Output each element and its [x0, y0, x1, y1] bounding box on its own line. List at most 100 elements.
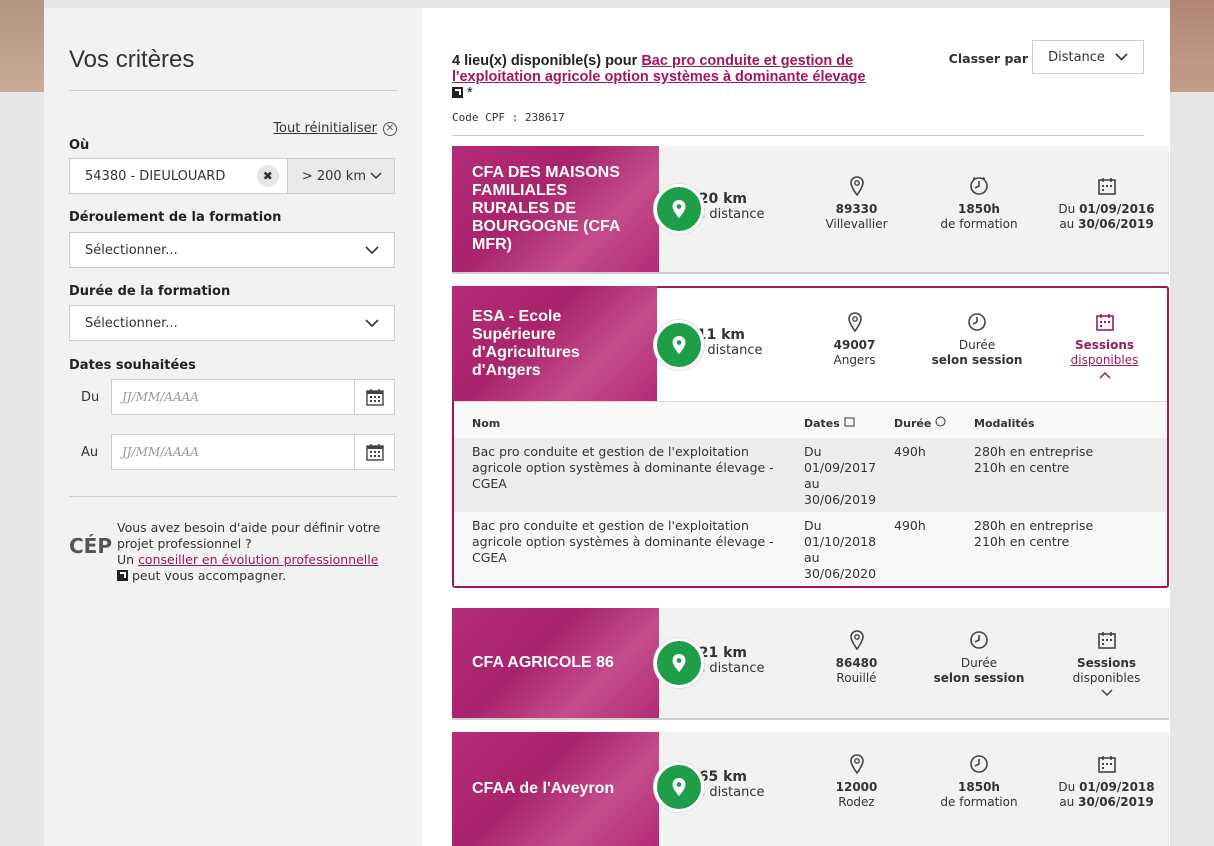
- background-image-right: [1170, 0, 1214, 92]
- background-image-left: [0, 0, 44, 92]
- deroulement-value[interactable]: Sélectionner...: [85, 243, 178, 258]
- organism-name: CFAA de l'Aveyron: [472, 780, 615, 797]
- reset-all-button[interactable]: Tout réinitialiser ✕: [273, 121, 397, 136]
- location-icon: [849, 754, 864, 774]
- location: 49007 Angers: [797, 312, 912, 401]
- distance-select[interactable]: > 200 km: [286, 159, 394, 193]
- results-main: 4 lieu(x) disponible(s) pour Bac pro con…: [422, 8, 1170, 846]
- dates-label: Dates souhaitées: [69, 358, 196, 373]
- calendar-icon: [1095, 314, 1114, 331]
- cep-logo: CÉP: [69, 534, 112, 558]
- table-row[interactable]: Bac pro conduite et gestion de l'exploit…: [454, 512, 1167, 586]
- clock-icon: [970, 631, 988, 649]
- divider: [452, 135, 1144, 136]
- calendar-icon[interactable]: [355, 434, 395, 470]
- location-icon: [849, 630, 864, 650]
- date-from-row: Du JJ/MM/AAAA: [69, 379, 395, 415]
- card-title-banner: CFA AGRICOLE 86: [452, 608, 659, 718]
- map-pin-icon: [654, 638, 704, 688]
- dates: Du 01/09/2016 au 30/06/2019: [1044, 176, 1169, 272]
- chevron-down-icon: [365, 319, 379, 328]
- distance-value[interactable]: > 200 km: [302, 169, 366, 184]
- duree-select[interactable]: Sélectionner...: [69, 305, 395, 341]
- sort-select[interactable]: Distance: [1032, 40, 1144, 74]
- distance: 511 km de distance: [687, 327, 763, 359]
- map-pin-icon: [654, 762, 704, 812]
- table-row[interactable]: Bac pro conduite et gestion de l'exploit…: [454, 438, 1167, 512]
- col-modalites: Modalités: [974, 402, 1167, 438]
- duration: 1850h de formation: [914, 754, 1044, 846]
- location: 86480 Rouillé: [799, 630, 914, 718]
- result-card[interactable]: CFA AGRICOLE 86 521 km de distance 86480 R…: [452, 608, 1169, 720]
- results-header: 4 lieu(x) disponible(s) pour Bac pro con…: [452, 53, 872, 101]
- location-icon: [847, 312, 862, 332]
- close-circle-icon[interactable]: ✕: [383, 121, 397, 136]
- cpf-code: Code CPF : 238617: [452, 111, 565, 124]
- location: 89330 Villevallier: [799, 176, 914, 272]
- dates: Du 01/09/2018 au 30/06/2019: [1044, 754, 1169, 846]
- help-un: Un: [117, 552, 135, 567]
- date-to-row: Au JJ/MM/AAAA: [69, 434, 395, 470]
- where-field[interactable]: 54380 - DIEULOUARD ✖ > 200 km: [69, 158, 395, 194]
- sort-label: Classer par: [948, 51, 1028, 66]
- clock-icon: [935, 416, 946, 427]
- distance: 565 km de distance: [689, 769, 765, 801]
- date-from-input[interactable]: JJ/MM/AAAA: [111, 379, 355, 415]
- clock-icon: [970, 176, 988, 195]
- sort-value[interactable]: Distance: [1048, 50, 1105, 65]
- help-text: Vous avez besoin d'aide pour définir vot…: [117, 520, 395, 584]
- external-link-icon: [452, 87, 463, 98]
- date-from-label: Du: [81, 389, 100, 405]
- chevron-down-icon: [365, 246, 379, 255]
- help-line: Vous avez besoin d'aide pour définir vot…: [117, 520, 381, 551]
- calendar-icon: [1097, 178, 1116, 195]
- sessions-toggle[interactable]: Sessions disponibles: [1044, 630, 1169, 718]
- sidebar-title: Vos critères: [69, 46, 195, 73]
- result-card-expanded[interactable]: ESA - Ecole Supérieure d'Agricultures d'…: [452, 286, 1169, 588]
- duree-label: Durée de la formation: [69, 284, 231, 299]
- calendar-icon: [844, 417, 855, 427]
- duree-value[interactable]: Sélectionner...: [85, 316, 178, 331]
- date-to-input[interactable]: JJ/MM/AAAA: [111, 434, 355, 470]
- help-block: CÉP Vous avez besoin d'aide pour définir…: [69, 520, 395, 584]
- chevron-down-icon: [1115, 53, 1128, 61]
- sessions-table: Nom Dates Durée Modalités Bac pro condui…: [454, 401, 1167, 586]
- reset-all-label[interactable]: Tout réinitialiser: [273, 121, 377, 136]
- organism-name: CFA AGRICOLE 86: [472, 654, 614, 671]
- where-label: Où: [69, 138, 90, 153]
- distance: 220 km de distance: [689, 191, 765, 223]
- duration: Durée selon session: [912, 312, 1042, 401]
- conseiller-link[interactable]: conseiller en évolution professionnelle: [138, 552, 378, 567]
- distance: 521 km de distance: [689, 645, 765, 677]
- map-pin-icon: [654, 184, 704, 234]
- deroulement-select[interactable]: Sélectionner...: [69, 232, 395, 268]
- clock-icon: [968, 313, 986, 331]
- clear-location-icon[interactable]: ✖: [256, 165, 279, 187]
- clock-icon: [970, 755, 988, 773]
- card-title-banner: CFA DES MAISONS FAMILIALES RURALES DE BO…: [452, 146, 659, 272]
- page: Vos critères Tout réinitialiser ✕ Où 543…: [44, 8, 1170, 846]
- result-card[interactable]: CFAA de l'Aveyron 565 km de distance 1200…: [452, 732, 1169, 846]
- location-icon: [849, 176, 864, 196]
- criteria-sidebar: Vos critères Tout réinitialiser ✕ Où 543…: [44, 8, 422, 846]
- duration: Durée selon session: [914, 630, 1044, 718]
- location: 12000 Rodez: [799, 754, 914, 846]
- calendar-icon[interactable]: [355, 379, 395, 415]
- col-dates: Dates: [804, 402, 894, 438]
- date-to-label: Au: [81, 444, 99, 460]
- help-tail: peut vous accompagner.: [132, 568, 287, 583]
- col-nom: Nom: [454, 402, 804, 438]
- chevron-up-icon: [1098, 371, 1111, 379]
- results-count: 4 lieu(x) disponible(s) pour: [452, 53, 638, 69]
- result-card[interactable]: CFA DES MAISONS FAMILIALES RURALES DE BO…: [452, 146, 1169, 274]
- divider: [69, 496, 397, 497]
- chevron-down-icon: [370, 172, 382, 180]
- asterisk: *: [467, 85, 473, 101]
- external-link-icon: [117, 570, 128, 581]
- sessions-toggle[interactable]: Sessions disponibles: [1042, 312, 1167, 401]
- duration: 1850h de formation: [914, 176, 1044, 272]
- chevron-down-icon: [1100, 689, 1113, 697]
- divider: [69, 90, 397, 91]
- where-value[interactable]: 54380 - DIEULOUARD: [85, 169, 225, 184]
- card-title-banner: CFAA de l'Aveyron: [452, 732, 659, 846]
